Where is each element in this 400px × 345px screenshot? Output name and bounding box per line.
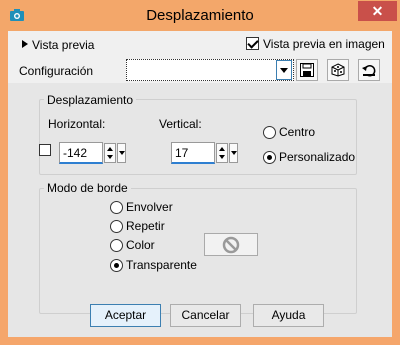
- centro-label[interactable]: Centro: [279, 125, 315, 139]
- title-bar[interactable]: Desplazamiento ✕: [0, 0, 400, 31]
- no-entry-icon: [222, 236, 240, 254]
- repetir-radio[interactable]: [110, 220, 123, 233]
- vertical-stepper[interactable]: [216, 143, 228, 163]
- horizontal-dropdown[interactable]: [117, 143, 126, 163]
- dialog-window: Desplazamiento ✕ Vista previa Vista prev…: [0, 0, 400, 345]
- image-preview-label[interactable]: Vista previa en imagen: [263, 37, 385, 51]
- expand-triangle-icon[interactable]: [22, 40, 28, 48]
- image-preview-checkbox[interactable]: [246, 37, 259, 50]
- accept-button[interactable]: Aceptar: [90, 304, 161, 327]
- personalizado-radio[interactable]: [263, 151, 276, 164]
- personalizado-label[interactable]: Personalizado: [279, 150, 355, 164]
- horizontal-input[interactable]: -142: [59, 142, 103, 164]
- displacement-group-title: Desplazamiento: [44, 93, 137, 107]
- vertical-input[interactable]: 17: [171, 142, 215, 164]
- config-dropdown-button[interactable]: [276, 60, 292, 80]
- border-color-swatch[interactable]: [204, 233, 258, 256]
- config-label: Configuración: [19, 64, 94, 78]
- help-button[interactable]: Ayuda: [253, 304, 324, 327]
- repetir-label[interactable]: Repetir: [126, 219, 165, 233]
- preview-label[interactable]: Vista previa: [32, 38, 94, 52]
- top-panel: Vista previa Vista previa en imagen Conf…: [8, 31, 392, 83]
- window-title: Desplazamiento: [146, 7, 254, 24]
- vertical-label: Vertical:: [159, 117, 202, 131]
- border-mode-group: [39, 188, 357, 314]
- chevron-down-icon: [280, 68, 288, 73]
- border-mode-group-title: Modo de borde: [44, 181, 131, 195]
- color-radio[interactable]: [110, 239, 123, 252]
- horizontal-value: -142: [63, 146, 88, 160]
- random-preset-button[interactable]: [327, 59, 349, 81]
- save-preset-button[interactable]: [296, 59, 318, 81]
- centro-radio[interactable]: [263, 126, 276, 139]
- transparente-radio[interactable]: [110, 259, 123, 272]
- undo-icon: [362, 65, 376, 77]
- cancel-button[interactable]: Cancelar: [170, 304, 241, 327]
- dice-icon: [331, 63, 345, 77]
- vertical-dropdown[interactable]: [229, 143, 238, 163]
- envolver-radio[interactable]: [110, 201, 123, 214]
- close-button[interactable]: ✕: [358, 1, 397, 21]
- horizontal-stepper[interactable]: [104, 143, 116, 163]
- horizontal-label: Horizontal:: [48, 117, 106, 131]
- floppy-disk-icon: [300, 63, 314, 77]
- settings-panel: Desplazamiento Horizontal: -142 Vertical…: [8, 83, 392, 337]
- transparente-label[interactable]: Transparente: [126, 258, 197, 272]
- reset-preset-button[interactable]: [358, 59, 380, 81]
- color-label[interactable]: Color: [126, 238, 155, 252]
- envolver-label[interactable]: Envolver: [126, 200, 173, 214]
- link-checkbox[interactable]: [39, 144, 51, 156]
- dialog-client: Vista previa Vista previa en imagen Conf…: [8, 31, 392, 337]
- vertical-value: 17: [175, 146, 189, 160]
- config-dropdown[interactable]: [126, 59, 294, 81]
- close-icon: ✕: [371, 3, 384, 19]
